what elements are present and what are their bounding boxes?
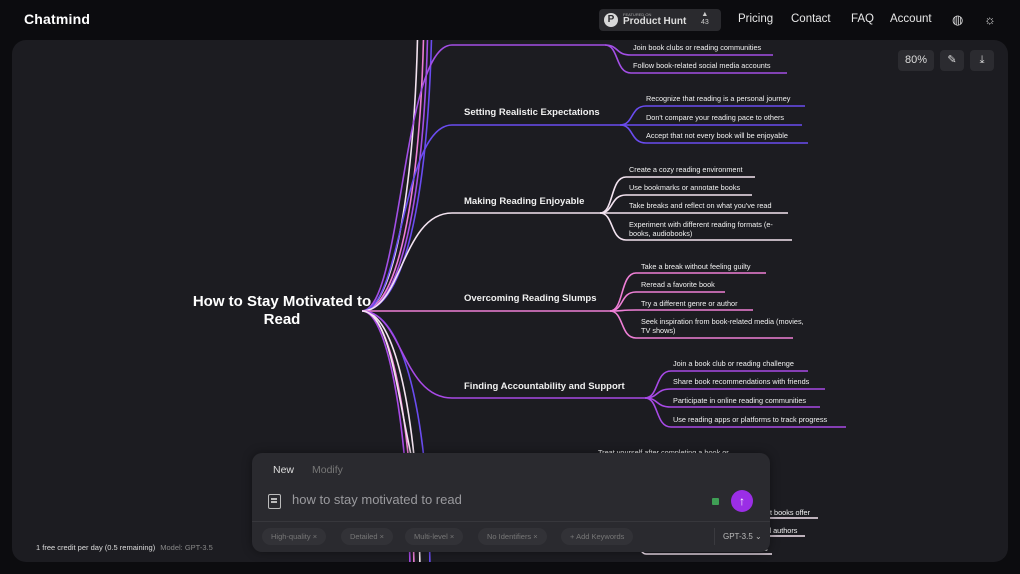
leaf-line <box>609 309 753 312</box>
model-select[interactable]: GPT-3.5 ⌄ <box>714 528 762 545</box>
leaf-node[interactable]: t books offer <box>770 508 810 517</box>
nav-contact[interactable]: Contact <box>791 13 831 25</box>
add-keywords-button[interactable]: + Add Keywords <box>561 528 634 545</box>
chip-no-identifiers[interactable]: No Identifiers × <box>478 528 547 545</box>
leaf-node[interactable]: Take breaks and reflect on what you've r… <box>629 201 772 210</box>
leaf-node[interactable]: Participate in online reading communitie… <box>673 396 806 405</box>
branch-line <box>361 124 620 312</box>
status-indicator <box>712 498 719 505</box>
zoom-level[interactable]: 80% <box>898 50 934 71</box>
tab-new[interactable]: New <box>273 464 294 476</box>
leaf-node[interactable]: Reread a favorite book <box>641 280 715 289</box>
download-icon[interactable]: ⤓ <box>970 50 994 71</box>
chip-detailed[interactable]: Detailed × <box>341 528 393 545</box>
leaf-node[interactable]: d authors <box>767 526 797 535</box>
product-hunt-name: Product Hunt <box>623 16 687 27</box>
logo[interactable]: Chatmind <box>24 11 90 27</box>
chip-multi-level[interactable]: Multi-level × <box>405 528 464 545</box>
globe-icon[interactable]: ◍ <box>952 12 963 28</box>
branch-node[interactable]: Making Reading Enjoyable <box>464 196 584 207</box>
product-hunt-icon: P <box>604 13 618 27</box>
divider <box>252 521 770 522</box>
leaf-node[interactable]: Use bookmarks or annotate books <box>629 183 740 192</box>
leaf-node[interactable]: Experiment with different reading format… <box>629 220 794 238</box>
prompt-panel: New Modify how to stay motivated to read… <box>252 453 770 552</box>
product-hunt-badge[interactable]: P FEATURED ON Product Hunt ▲ 43 <box>599 9 721 31</box>
branch-node[interactable]: Setting Realistic Expectations <box>464 107 600 118</box>
nav-faq[interactable]: FAQ <box>851 13 874 25</box>
leaf-node[interactable]: Don't compare your reading pace to other… <box>646 113 784 122</box>
leaf-node[interactable]: Join a book club or reading challenge <box>673 359 794 368</box>
leaf-node[interactable]: Follow book-related social media account… <box>633 61 771 70</box>
chip-high-quality[interactable]: High-quality × <box>262 528 327 545</box>
branch-node[interactable]: Overcoming Reading Slumps <box>464 293 597 304</box>
leaf-node[interactable]: Create a cozy reading environment <box>629 165 743 174</box>
tab-modify[interactable]: Modify <box>312 464 343 476</box>
root-node[interactable]: How to Stay Motivated to Read <box>182 293 382 329</box>
prompt-input[interactable]: how to stay motivated to read <box>292 492 462 507</box>
leaf-node[interactable]: Seek inspiration from book-related media… <box>641 317 806 335</box>
leaf-node[interactable]: Accept that not every book will be enjoy… <box>646 131 788 140</box>
leaf-node[interactable]: Recognize that reading is a personal jou… <box>646 94 790 103</box>
nav-pricing[interactable]: Pricing <box>738 13 773 25</box>
edit-icon[interactable]: ✎ <box>940 50 964 71</box>
credits-info: 1 free credit per day (0.5 remaining) Mod… <box>36 543 213 552</box>
leaf-node[interactable]: Try a different genre or author <box>641 299 738 308</box>
leaf-node[interactable]: Take a break without feeling guilty <box>641 262 751 271</box>
sun-icon[interactable]: ☼ <box>984 12 996 27</box>
nav-account[interactable]: Account <box>890 13 932 25</box>
header: Chatmind P FEATURED ON Product Hunt ▲ 43 … <box>0 0 1020 40</box>
branch-node[interactable]: Finding Accountability and Support <box>464 381 625 392</box>
upvote-count: ▲ 43 <box>701 11 709 26</box>
leaf-node[interactable]: Join book clubs or reading communities <box>633 43 761 52</box>
leaf-node[interactable]: Use reading apps or platforms to track p… <box>673 415 827 424</box>
book-icon <box>268 494 281 509</box>
send-button[interactable]: ↑ <box>731 490 753 512</box>
leaf-node[interactable]: Share book recommendations with friends <box>673 377 809 386</box>
